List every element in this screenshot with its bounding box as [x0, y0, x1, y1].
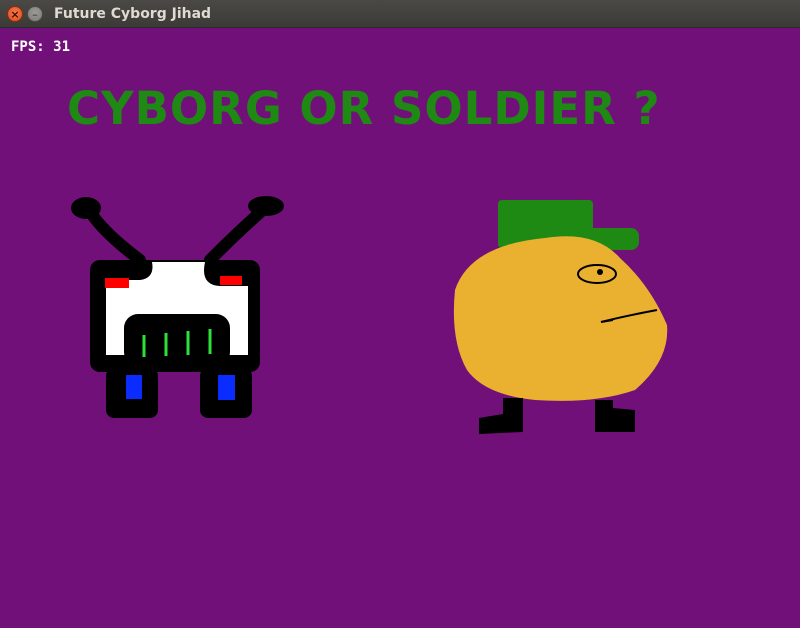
- window-title: Future Cyborg Jihad: [54, 6, 212, 22]
- cyborg-right-eye: [220, 276, 242, 285]
- cyborg-left-eye: [105, 278, 129, 288]
- question-heading: CYBORG OR SOLDIER ?: [67, 82, 661, 135]
- cyborg-mouth: [124, 314, 230, 366]
- close-window-button[interactable]: ×: [7, 6, 23, 22]
- window-titlebar: × – Future Cyborg Jihad: [0, 0, 800, 28]
- fps-label: FPS:: [11, 39, 45, 55]
- cyborg-sprite[interactable]: [60, 190, 300, 430]
- minimize-window-button[interactable]: –: [27, 6, 43, 22]
- cyborg-antenna-icon: [82, 202, 271, 266]
- fps-counter: FPS: 31: [11, 39, 70, 55]
- fps-value: 31: [53, 39, 71, 55]
- soldier-sprite[interactable]: [445, 190, 685, 440]
- soldier-body: [453, 236, 668, 401]
